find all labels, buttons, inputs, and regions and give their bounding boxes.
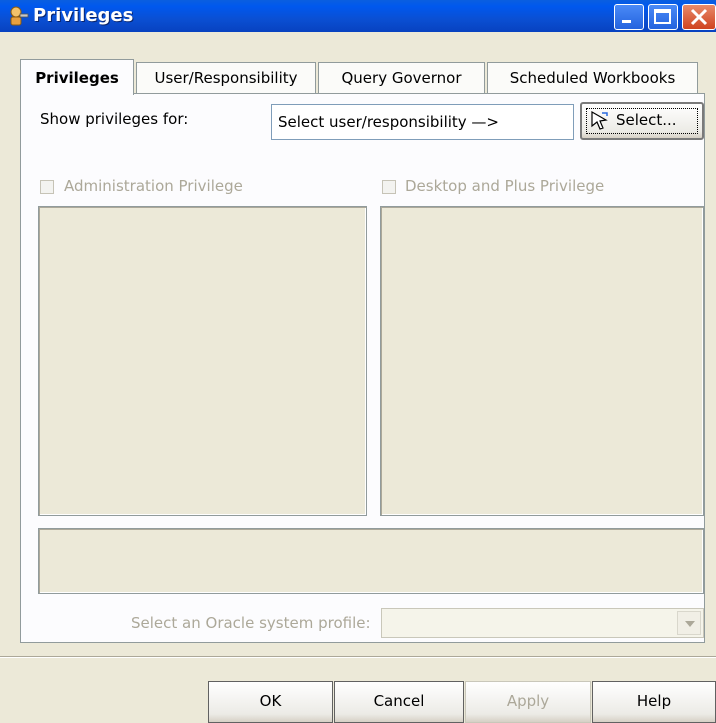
cancel-button[interactable]: Cancel [334,681,464,723]
minimize-icon [622,20,631,23]
minimize-button[interactable] [614,4,644,30]
description-box [38,528,704,594]
oracle-profile-combobox[interactable] [381,608,704,638]
close-button[interactable] [682,4,716,30]
help-button[interactable]: Help [592,681,716,723]
tab-query-governor[interactable]: Query Governor [318,62,485,94]
desktop-plus-privilege-list[interactable] [380,206,704,516]
desktop-plus-privilege-label: Desktop and Plus Privilege [405,177,605,195]
maximize-icon [654,9,671,24]
key-user-icon [10,6,29,26]
title-bar: Privileges [0,0,716,32]
selected-user-field: Select user/responsibility —> [271,104,574,140]
admin-privilege-checkbox[interactable] [40,180,54,194]
close-icon [690,8,708,26]
desktop-plus-privilege-checkbox[interactable] [382,180,396,194]
maximize-button[interactable] [648,4,678,30]
select-button-label: Select... [616,111,677,129]
tab-privileges[interactable]: Privileges [20,59,134,95]
admin-privilege-list[interactable] [38,206,367,516]
divider [0,656,716,658]
show-privileges-label: Show privileges for: [40,110,189,128]
pointer-arrow-icon [591,110,608,130]
ok-button[interactable]: OK [208,681,333,723]
oracle-profile-label: Select an Oracle system profile: [131,614,371,632]
admin-privilege-label: Administration Privilege [64,177,243,195]
select-user-button[interactable]: Select... [580,102,704,140]
tab-scheduled-workbooks[interactable]: Scheduled Workbooks [487,62,698,94]
window-title: Privileges [33,5,134,26]
chevron-down-icon[interactable] [677,611,701,635]
tab-user-responsibility[interactable]: User/Responsibility [136,62,316,94]
apply-button[interactable]: Apply [465,681,591,723]
